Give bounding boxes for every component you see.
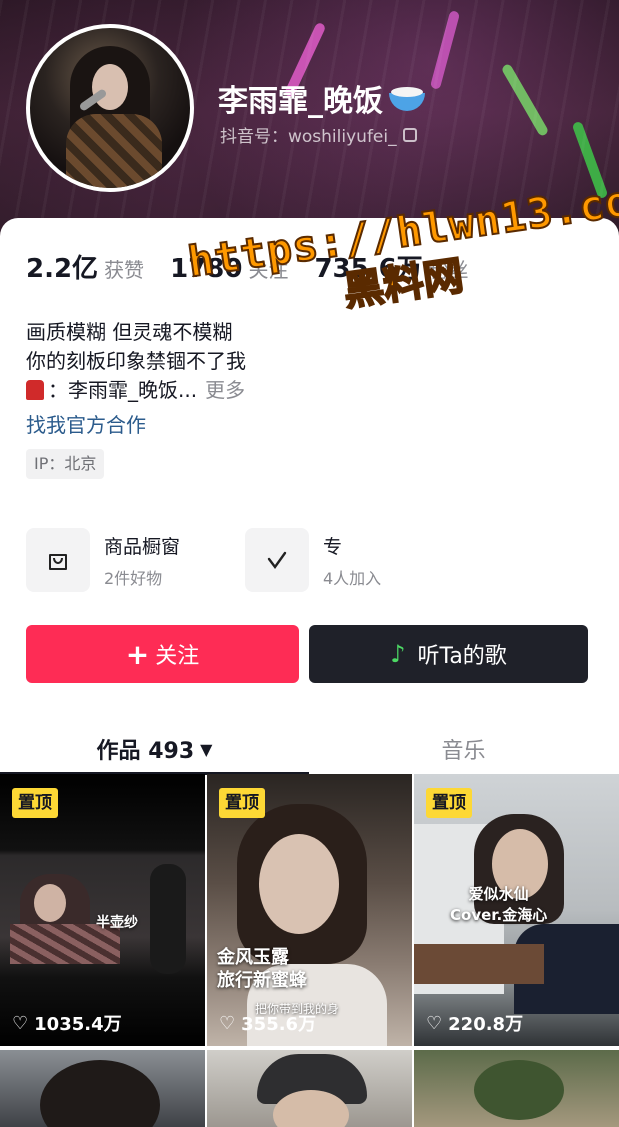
stat-following-value: 1780 (170, 254, 243, 284)
video-likes: ♡ 355.6万 (219, 1010, 316, 1036)
shopping-bag-icon (26, 528, 90, 592)
header-decoration (571, 120, 609, 200)
tab-works-label: 作品 493 (96, 739, 195, 764)
shop-window-entry[interactable]: 商品橱窗 2件好物 (26, 528, 180, 592)
listen-songs-label: 听Ta的歌 (417, 644, 507, 669)
pinned-badge: 置顶 (426, 788, 472, 818)
video-caption: 爱似水仙 Cover.金海心 (450, 885, 548, 924)
heart-icon: ♡ (426, 1012, 443, 1034)
copy-icon[interactable] (402, 127, 417, 142)
stat-followers[interactable]: 735.6万 粉丝 (314, 248, 468, 285)
follow-button-label: 关注 (155, 644, 200, 669)
shop-window-title: 商品橱窗 (104, 535, 181, 558)
scarf-icon (26, 380, 44, 400)
stat-followers-value: 735.6万 (314, 254, 423, 284)
stat-followers-label: 粉丝 (428, 258, 469, 282)
official-cooperation-link[interactable]: 找我官方合作 (26, 409, 146, 438)
bio-line: 你的刻板印象禁锢不了我 (26, 349, 246, 373)
bio-line: ：李雨霏_晚饭... 更多 (26, 376, 246, 405)
profile-card: 2.2亿 获赞 1780 关注 735.6万 粉丝 画质模糊 但灵魂不模糊 你的… (0, 218, 619, 1127)
heart-icon: ♡ (219, 1012, 236, 1034)
video-tile[interactable] (0, 1050, 205, 1127)
video-likes-count: 1035.4万 (34, 1014, 122, 1035)
video-caption: 金风玉露 旅行新蜜蜂 (217, 947, 307, 991)
stat-following-label: 关注 (248, 258, 289, 282)
video-tile[interactable]: 置顶 爱似水仙 Cover.金海心 ♡ 220.8万 (414, 774, 619, 1046)
video-likes: ♡ 220.8万 (426, 1010, 523, 1036)
stat-likes-value: 2.2亿 (26, 254, 99, 284)
video-tile[interactable]: 置顶 半壶纱 ♡ 1035.4万 (0, 774, 205, 1046)
content-tabs: 作品 493 ▼ 音乐 (0, 723, 619, 775)
caret-down-icon: ▼ (200, 739, 213, 759)
video-likes: ♡ 1035.4万 (12, 1010, 122, 1036)
header-decoration (429, 10, 461, 90)
listen-songs-button[interactable]: ♪ 听Ta的歌 (309, 625, 588, 683)
video-caption: 半壶纱 (96, 915, 138, 931)
plus-icon: + (125, 637, 150, 671)
video-tile[interactable] (414, 1050, 619, 1127)
video-tile[interactable] (207, 1050, 412, 1127)
video-tile[interactable]: 置顶 金风玉露 旅行新蜜蜂 把你带到我的身 ♡ 355.6万 (207, 774, 412, 1046)
rice-bowl-icon (387, 85, 427, 111)
stat-likes-label: 获赞 (104, 258, 145, 282)
tab-works[interactable]: 作品 493 ▼ (0, 723, 309, 775)
profile-name: 李雨霏_晚饭 (218, 76, 427, 120)
follow-button[interactable]: + 关注 (26, 625, 299, 683)
profile-name-text: 李雨霏_晚饭 (218, 84, 383, 119)
tab-music-label: 音乐 (441, 739, 486, 764)
bio: 画质模糊 但灵魂不模糊 你的刻板印象禁锢不了我 ：李雨霏_晚饭... 更多 (26, 318, 246, 405)
douyin-id-text: 抖音号：woshiliyufei_ (220, 127, 397, 147)
stats-row: 2.2亿 获赞 1780 关注 735.6万 粉丝 (26, 248, 495, 285)
pinned-badge: 置顶 (12, 788, 58, 818)
shop-window-subtitle: 2件好物 (104, 568, 163, 588)
heart-icon: ♡ (12, 1012, 29, 1034)
ip-location-tag: IP：北京 (26, 449, 105, 479)
video-likes-count: 355.6万 (241, 1014, 317, 1035)
stat-following[interactable]: 1780 关注 (170, 254, 288, 284)
stat-likes[interactable]: 2.2亿 获赞 (26, 248, 144, 285)
bio-line: 画质模糊 但灵魂不模糊 (26, 320, 233, 344)
special-entry[interactable]: 专 4人加入 (245, 528, 381, 592)
check-icon (245, 528, 309, 592)
music-note-icon: ♪ (390, 640, 406, 668)
bio-line-text: ：李雨霏_晚饭... (48, 378, 198, 402)
pinned-badge: 置顶 (219, 788, 265, 818)
bio-more-link[interactable]: 更多 (205, 378, 245, 402)
tab-music[interactable]: 音乐 (309, 723, 618, 775)
video-likes-count: 220.8万 (448, 1014, 524, 1035)
services-row: 商品橱窗 2件好物 专 4人加入 (26, 528, 594, 594)
special-entry-subtitle: 4人加入 (323, 568, 382, 588)
special-entry-title: 专 (323, 535, 343, 558)
douyin-id[interactable]: 抖音号：woshiliyufei_ (220, 122, 417, 147)
header-decoration (500, 62, 550, 138)
avatar[interactable] (26, 24, 194, 192)
